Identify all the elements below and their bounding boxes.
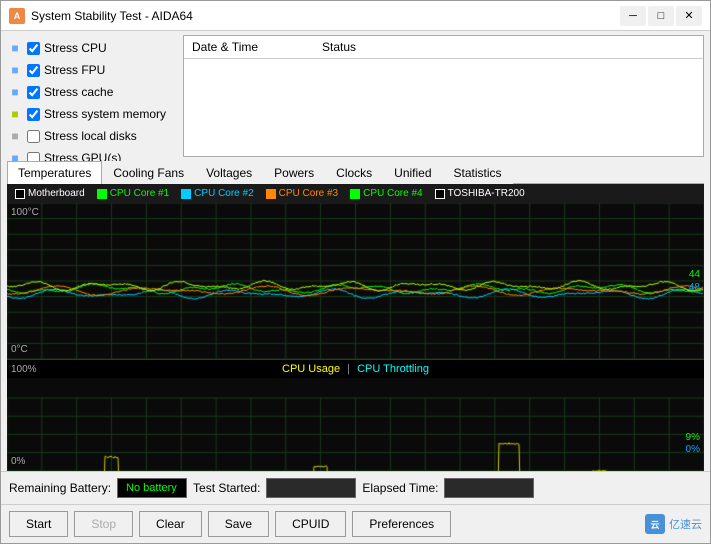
- tab-powers[interactable]: Powers: [263, 161, 325, 184]
- checkbox-item-stress-disks: ■ Stress local disks: [7, 127, 177, 145]
- legend-motherboard: Motherboard: [15, 188, 85, 199]
- usage-canvas: [7, 378, 704, 471]
- checkbox-stress-disks[interactable]: [27, 130, 40, 143]
- maximize-button[interactable]: □: [648, 6, 674, 26]
- usage-value-9: 9%: [686, 432, 700, 443]
- action-bar: Start Stop Clear Save CPUID Preferences …: [1, 504, 710, 543]
- item-icon-stress-memory: ■: [7, 106, 23, 122]
- charts-area: Motherboard CPU Core #1 CPU Core #2 CPU …: [7, 184, 704, 471]
- checkbox-item-stress-cpu: ■ Stress CPU: [7, 39, 177, 57]
- usage-label: CPU Usage: [282, 363, 340, 375]
- elapsed-value: [444, 478, 534, 498]
- elapsed-label: Elapsed Time:: [362, 481, 438, 495]
- checkbox-item-stress-memory: ■ Stress system memory: [7, 105, 177, 123]
- watermark: 云 亿速云: [645, 514, 702, 534]
- titlebar: A System Stability Test - AIDA64 ─ □ ✕: [1, 1, 710, 31]
- legend-checkbox-TOSHIBA-TR200: [435, 189, 445, 199]
- label-stress-memory: Stress system memory: [44, 107, 166, 121]
- tab-clocks[interactable]: Clocks: [325, 161, 383, 184]
- battery-text: No battery: [126, 482, 177, 494]
- legend-toshiba-tr200: TOSHIBA-TR200: [435, 188, 525, 199]
- temp-min-label: 0°C: [11, 344, 28, 355]
- battery-label: Remaining Battery:: [9, 481, 111, 495]
- battery-value: No battery: [117, 478, 187, 498]
- tab-voltages[interactable]: Voltages: [195, 161, 263, 184]
- item-icon-stress-cache: ■: [7, 84, 23, 100]
- item-icon-stress-disks: ■: [7, 128, 23, 144]
- legend-cpu-core-#4: CPU Core #4: [350, 188, 422, 199]
- usage-max-label: 100%: [11, 364, 37, 375]
- label-stress-cache: Stress cache: [44, 85, 113, 99]
- watermark-text: 亿速云: [669, 516, 702, 532]
- preferences-button[interactable]: Preferences: [352, 511, 451, 537]
- legend-cpu-core-#3: CPU Core #3: [266, 188, 338, 199]
- app-icon: A: [9, 8, 25, 24]
- legend-checkbox-Motherboard: [15, 189, 25, 199]
- window-controls: ─ □ ✕: [620, 6, 702, 26]
- legend-cpu-core-#2: CPU Core #2: [181, 188, 253, 199]
- started-label: Test Started:: [193, 481, 260, 495]
- usage-value-0: 0%: [686, 444, 700, 455]
- item-icon-stress-cpu: ■: [7, 40, 23, 56]
- checkbox-item-stress-cache: ■ Stress cache: [7, 83, 177, 101]
- col-datetime-header: Date & Time: [192, 40, 322, 54]
- tab-cooling-fans[interactable]: Cooling Fans: [102, 161, 195, 184]
- chart-legend: Motherboard CPU Core #1 CPU Core #2 CPU …: [7, 184, 704, 203]
- status-bar: Remaining Battery: No battery Test Start…: [1, 471, 710, 504]
- temp-max-label: 100°C: [11, 207, 39, 218]
- checkbox-item-stress-fpu: ■ Stress FPU: [7, 61, 177, 79]
- usage-legend: CPU Usage | CPU Throttling: [7, 360, 704, 378]
- label-stress-cpu: Stress CPU: [44, 41, 107, 55]
- legend-checkbox-CPU Core #4: [350, 189, 360, 199]
- start-button[interactable]: Start: [9, 511, 68, 537]
- temp-value-48: 48: [689, 282, 700, 293]
- close-button[interactable]: ✕: [676, 6, 702, 26]
- label-stress-disks: Stress local disks: [44, 129, 137, 143]
- temperature-chart: 100°C 0°C 44 48: [7, 203, 704, 360]
- tab-statistics[interactable]: Statistics: [443, 161, 513, 184]
- legend-cpu-core-#1: CPU Core #1: [97, 188, 169, 199]
- watermark-icon: 云: [645, 514, 665, 534]
- checkbox-stress-cpu[interactable]: [27, 42, 40, 55]
- checkbox-stress-memory[interactable]: [27, 108, 40, 121]
- usage-chart: CPU Usage | CPU Throttling 100% 0% 9% 0%: [7, 360, 704, 471]
- legend-checkbox-CPU Core #3: [266, 189, 276, 199]
- temp-value-44: 44: [689, 269, 700, 280]
- main-window: A System Stability Test - AIDA64 ─ □ ✕ ■…: [0, 0, 711, 544]
- usage-min-label: 0%: [11, 456, 25, 467]
- status-table: Date & Time Status: [183, 35, 704, 157]
- label-stress-fpu: Stress FPU: [44, 63, 105, 77]
- tab-unified[interactable]: Unified: [383, 161, 442, 184]
- started-value: [266, 478, 356, 498]
- window-title: System Stability Test - AIDA64: [31, 9, 620, 23]
- temperature-canvas: [7, 203, 704, 359]
- clear-button[interactable]: Clear: [139, 511, 202, 537]
- stress-options-panel: ■ Stress CPU ■ Stress FPU ■ Stress cache…: [7, 35, 177, 157]
- checkbox-stress-fpu[interactable]: [27, 64, 40, 77]
- tabs-bar: TemperaturesCooling FansVoltagesPowersCl…: [7, 161, 704, 184]
- stop-button[interactable]: Stop: [74, 511, 133, 537]
- legend-checkbox-CPU Core #2: [181, 189, 191, 199]
- tab-temperatures[interactable]: Temperatures: [7, 161, 102, 184]
- legend-checkbox-CPU Core #1: [97, 189, 107, 199]
- table-header: Date & Time Status: [184, 36, 703, 59]
- checkbox-stress-cache[interactable]: [27, 86, 40, 99]
- item-icon-stress-fpu: ■: [7, 62, 23, 78]
- col-status-header: Status: [322, 40, 695, 54]
- save-button[interactable]: Save: [208, 511, 269, 537]
- minimize-button[interactable]: ─: [620, 6, 646, 26]
- throttling-label: CPU Throttling: [357, 363, 429, 375]
- cpuid-button[interactable]: CPUID: [275, 511, 346, 537]
